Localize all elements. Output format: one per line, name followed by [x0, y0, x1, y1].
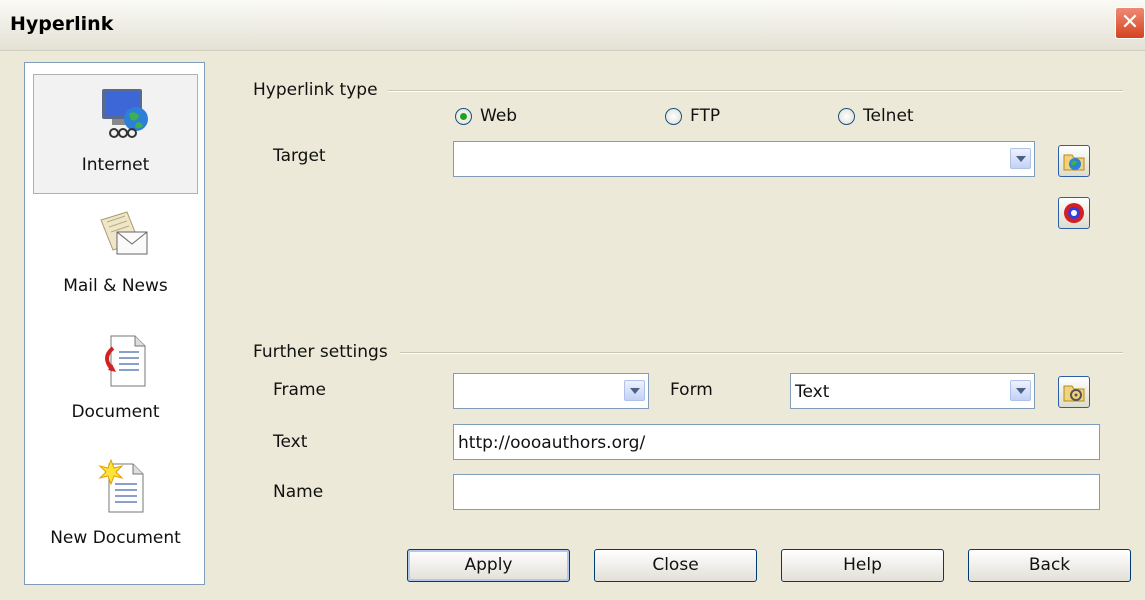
- chevron-down-icon[interactable]: [1010, 148, 1031, 169]
- new-document-icon: [98, 458, 144, 513]
- sidebar-item-label: Document: [71, 402, 160, 422]
- hyperlink-type-heading: Hyperlink type: [253, 80, 378, 100]
- radio-ftp-label: FTP: [690, 106, 721, 126]
- close-button[interactable]: Close: [594, 549, 757, 582]
- help-button-label: Help: [843, 555, 882, 575]
- document-icon: [105, 335, 146, 387]
- text-input[interactable]: http://oooauthors.org/: [453, 424, 1100, 460]
- back-button-label: Back: [1028, 555, 1071, 575]
- events-button[interactable]: [1058, 376, 1090, 408]
- radio-web-indicator[interactable]: [455, 108, 472, 125]
- target-icon: [1064, 203, 1084, 223]
- frame-label: Frame: [273, 380, 326, 400]
- target-in-document-button[interactable]: [1058, 197, 1090, 229]
- sidebar-item-internet[interactable]: Internet: [33, 74, 198, 194]
- radio-telnet-indicator[interactable]: [838, 108, 855, 125]
- category-sidebar: Internet Mail & News Document New Docume…: [24, 62, 205, 585]
- sidebar-item-document[interactable]: Document: [33, 322, 198, 442]
- name-label: Name: [273, 482, 324, 502]
- folder-gear-icon: [1063, 385, 1085, 402]
- close-button-label: Close: [652, 555, 699, 575]
- text-input-value: http://oooauthors.org/: [458, 433, 646, 453]
- chevron-down-icon[interactable]: [624, 380, 645, 401]
- apply-button-label: Apply: [464, 555, 513, 575]
- section-divider: [388, 90, 1123, 92]
- window-title: Hyperlink: [10, 13, 114, 35]
- text-label: Text: [273, 432, 308, 452]
- sidebar-item-label: New Document: [50, 528, 181, 548]
- form-select[interactable]: Text: [790, 373, 1035, 409]
- target-label: Target: [273, 146, 326, 166]
- sidebar-item-mail-news[interactable]: Mail & News: [33, 196, 198, 316]
- chevron-down-icon[interactable]: [1010, 380, 1031, 401]
- hyperlink-dialog: Hyperlink ✕ Internet Mail & News Documen…: [0, 0, 1145, 600]
- mail-news-icon: [100, 211, 148, 255]
- help-button[interactable]: Help: [781, 549, 944, 582]
- back-button[interactable]: Back: [968, 549, 1131, 582]
- further-settings-heading: Further settings: [253, 342, 388, 362]
- section-divider: [400, 352, 1123, 354]
- target-combobox[interactable]: [453, 141, 1035, 177]
- title-bar[interactable]: Hyperlink ✕: [0, 0, 1145, 51]
- close-window-button[interactable]: ✕: [1115, 7, 1145, 39]
- sidebar-item-label: Mail & News: [63, 276, 168, 296]
- sidebar-item-new-document[interactable]: New Document: [33, 448, 198, 568]
- form-value: Text: [795, 382, 830, 402]
- radio-ftp-indicator[interactable]: [665, 108, 682, 125]
- sidebar-item-label: Internet: [81, 155, 150, 175]
- radio-telnet-label: Telnet: [863, 106, 914, 126]
- close-icon: ✕: [1120, 10, 1140, 35]
- radio-web-label: Web: [480, 106, 518, 126]
- apply-button[interactable]: Apply: [407, 549, 570, 582]
- folder-globe-icon: [1063, 154, 1085, 171]
- form-label: Form: [670, 380, 713, 400]
- frame-combobox[interactable]: [453, 373, 649, 409]
- name-input[interactable]: [453, 474, 1100, 510]
- web-browser-button[interactable]: [1058, 145, 1090, 177]
- internet-icon: [102, 89, 148, 138]
